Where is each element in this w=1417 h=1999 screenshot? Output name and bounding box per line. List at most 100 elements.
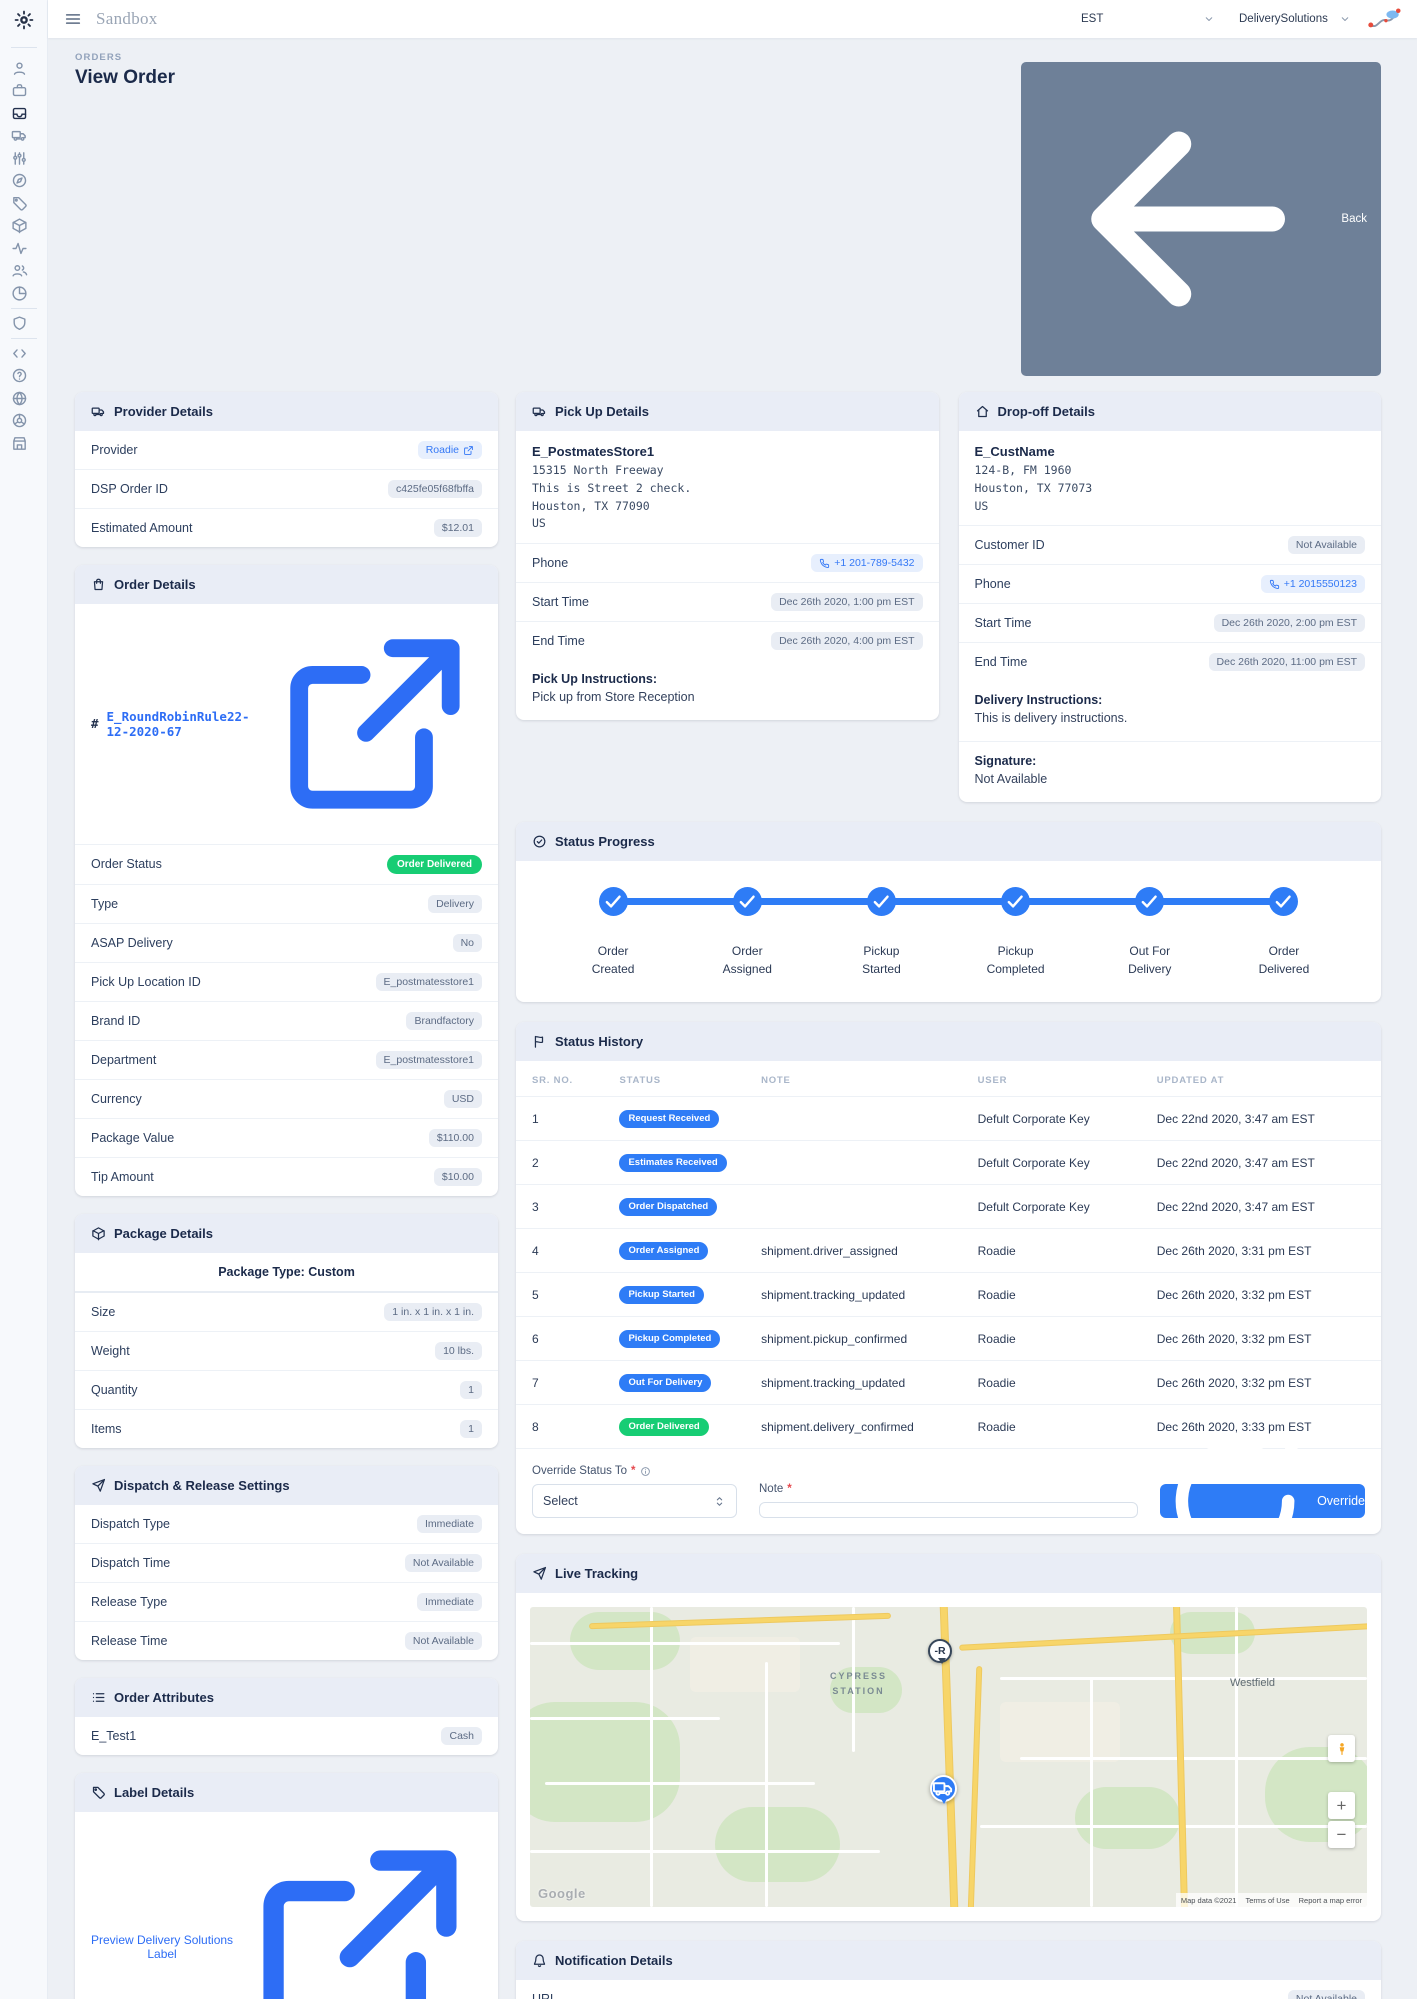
bell-icon xyxy=(532,1953,547,1968)
sidebar-item-steering[interactable] xyxy=(11,412,28,429)
map-block xyxy=(690,1637,800,1692)
order-number-link[interactable]: E_RoundRobinRule22-12-2020-67 xyxy=(107,617,482,831)
table-cell: Roadie xyxy=(978,1288,1157,1302)
pegman-control[interactable] xyxy=(1328,1735,1355,1762)
vehicle-marker[interactable] xyxy=(930,1775,957,1802)
detail-row: Order StatusOrder Delivered xyxy=(75,845,498,885)
terms-link[interactable]: Terms of Use xyxy=(1245,1896,1289,1905)
sidebar-item-briefcase[interactable] xyxy=(11,82,28,99)
column-header: STATUS xyxy=(619,1075,761,1086)
right-column: Pick Up Details E_PostmatesStore1 15315 … xyxy=(516,392,1381,1999)
zoom-in-button[interactable]: + xyxy=(1328,1792,1355,1819)
zoom-out-button[interactable]: − xyxy=(1328,1821,1355,1848)
table-cell: 3 xyxy=(532,1200,619,1214)
phone-link[interactable]: +1 2015550123 xyxy=(1261,575,1365,593)
sidebar-item-inbox[interactable] xyxy=(11,105,28,122)
table-cell: Order Delivered xyxy=(619,1418,761,1436)
detail-row: Phone+1 2015550123 xyxy=(959,565,1382,604)
order-attributes-card: Order Attributes E_Test1Cash xyxy=(75,1678,498,1755)
map-block xyxy=(1000,1702,1120,1762)
table-row: 3Order DispatchedDefult Corporate KeyDec… xyxy=(516,1184,1381,1228)
tracking-map[interactable]: CYPRESSSTATION Westfield -R + − Google xyxy=(530,1607,1367,1907)
override-status-select[interactable]: Select xyxy=(532,1484,737,1518)
sidebar-item-store[interactable] xyxy=(11,435,28,452)
value-badge: Not Available xyxy=(1288,1990,1365,1999)
card-title: Order Attributes xyxy=(114,1690,214,1705)
row-label: Items xyxy=(91,1422,122,1436)
row-label: Estimated Amount xyxy=(91,521,192,535)
provider-link[interactable]: Roadie xyxy=(418,441,482,459)
gear-icon[interactable] xyxy=(13,9,35,31)
override-note-input[interactable] xyxy=(759,1502,1138,1518)
detail-row: Brand IDBrandfactory xyxy=(75,1002,498,1041)
sidebar-item-compass[interactable] xyxy=(11,172,28,189)
row-label: Tip Amount xyxy=(91,1170,154,1184)
sidebar-item-globe[interactable] xyxy=(11,390,28,407)
table-cell: Dec 22nd 2020, 3:47 am EST xyxy=(1157,1200,1365,1214)
preview-label-link[interactable]: Preview Delivery Solutions Label xyxy=(91,1825,482,1999)
sidebar-item-activity[interactable] xyxy=(11,240,28,257)
map-town-label: Westfield xyxy=(1230,1677,1275,1689)
detail-row: Dispatch TypeImmediate xyxy=(75,1505,498,1544)
sidebar-item-sliders[interactable] xyxy=(11,150,28,167)
value-badge: 10 lbs. xyxy=(435,1342,482,1360)
chevron-down-icon xyxy=(1203,13,1215,25)
detail-row: URLNot Available xyxy=(516,1980,1381,1999)
detail-row: Pick Up Location IDE_postmatesstore1 xyxy=(75,963,498,1002)
row-label: Start Time xyxy=(975,616,1032,630)
table-cell: Defult Corporate Key xyxy=(978,1156,1157,1170)
report-error-link[interactable]: Report a map error xyxy=(1299,1896,1362,1905)
detail-row: Department E_postmatesstore1 xyxy=(75,1041,498,1080)
card-title: Status History xyxy=(555,1034,643,1049)
row-label: Customer ID xyxy=(975,538,1045,552)
map-park xyxy=(715,1807,840,1882)
tenant-select[interactable]: DeliverySolutions xyxy=(1231,9,1359,29)
sidebar-item-tag[interactable] xyxy=(11,195,28,212)
table-cell: Pickup Started xyxy=(619,1286,761,1304)
sidebar-item-pie[interactable] xyxy=(11,285,28,302)
pickup-address: E_PostmatesStore1 15315 North FreewayThi… xyxy=(516,431,939,544)
detail-row: End Time Dec 26th 2020, 11:00 pm EST xyxy=(959,643,1382,681)
phone-icon xyxy=(819,558,830,569)
back-button[interactable]: Back xyxy=(1021,62,1381,376)
sidebar-nav xyxy=(11,54,37,457)
column-header: UPDATED AT xyxy=(1157,1075,1365,1086)
table-cell: Dec 26th 2020, 3:32 pm EST xyxy=(1157,1332,1365,1346)
table-cell: Dec 26th 2020, 3:32 pm EST xyxy=(1157,1288,1365,1302)
table-cell: 8 xyxy=(532,1420,619,1434)
package-details-card: Package Details Package Type: Custom Siz… xyxy=(75,1214,498,1448)
timezone-value: EST xyxy=(1081,13,1103,25)
value-badge: E_postmatesstore1 xyxy=(376,1051,482,1069)
sidebar-item-users[interactable] xyxy=(11,262,28,279)
address-line: 15315 North Freeway xyxy=(532,462,923,480)
sidebar-item-cube[interactable] xyxy=(11,217,28,234)
check-circle-icon xyxy=(532,834,547,849)
sidebar-item-code[interactable] xyxy=(11,345,28,362)
sidebar-item-shield[interactable] xyxy=(11,315,28,332)
timezone-select[interactable]: EST xyxy=(1073,9,1223,29)
sidebar-item-truck[interactable] xyxy=(11,127,28,144)
sort-arrows-icon xyxy=(713,1495,726,1508)
phone-link[interactable]: +1 201-789-5432 xyxy=(811,554,922,572)
detail-row: Release TimeNot Available xyxy=(75,1622,498,1660)
card-title: Live Tracking xyxy=(555,1566,638,1581)
sidebar-item-user[interactable] xyxy=(11,60,28,77)
detail-row: Items1 xyxy=(75,1410,498,1448)
sidebar-item-help[interactable] xyxy=(11,367,28,384)
row-label: Release Time xyxy=(91,1634,167,1648)
signature-block: Signature: Not Available xyxy=(959,742,1382,802)
detail-row: ProviderRoadie xyxy=(75,431,498,470)
value-badge: Not Available xyxy=(1288,536,1365,554)
value-badge: Dec 26th 2020, 11:00 pm EST xyxy=(1209,653,1365,671)
table-cell: shipment.driver_assigned xyxy=(761,1244,978,1258)
table-cell: Dec 22nd 2020, 3:47 am EST xyxy=(1157,1112,1365,1126)
table-cell: Dec 26th 2020, 3:32 pm EST xyxy=(1157,1376,1365,1390)
arrow-left-icon xyxy=(1035,69,1335,369)
override-button[interactable]: Override xyxy=(1160,1484,1365,1518)
menu-icon[interactable] xyxy=(64,10,82,28)
history-status-badge: Pickup Completed xyxy=(619,1330,720,1348)
row-label: End Time xyxy=(975,655,1028,669)
row-label: Department xyxy=(91,1053,156,1067)
sidebar-divider xyxy=(11,338,37,339)
card-title: Provider Details xyxy=(114,404,213,419)
